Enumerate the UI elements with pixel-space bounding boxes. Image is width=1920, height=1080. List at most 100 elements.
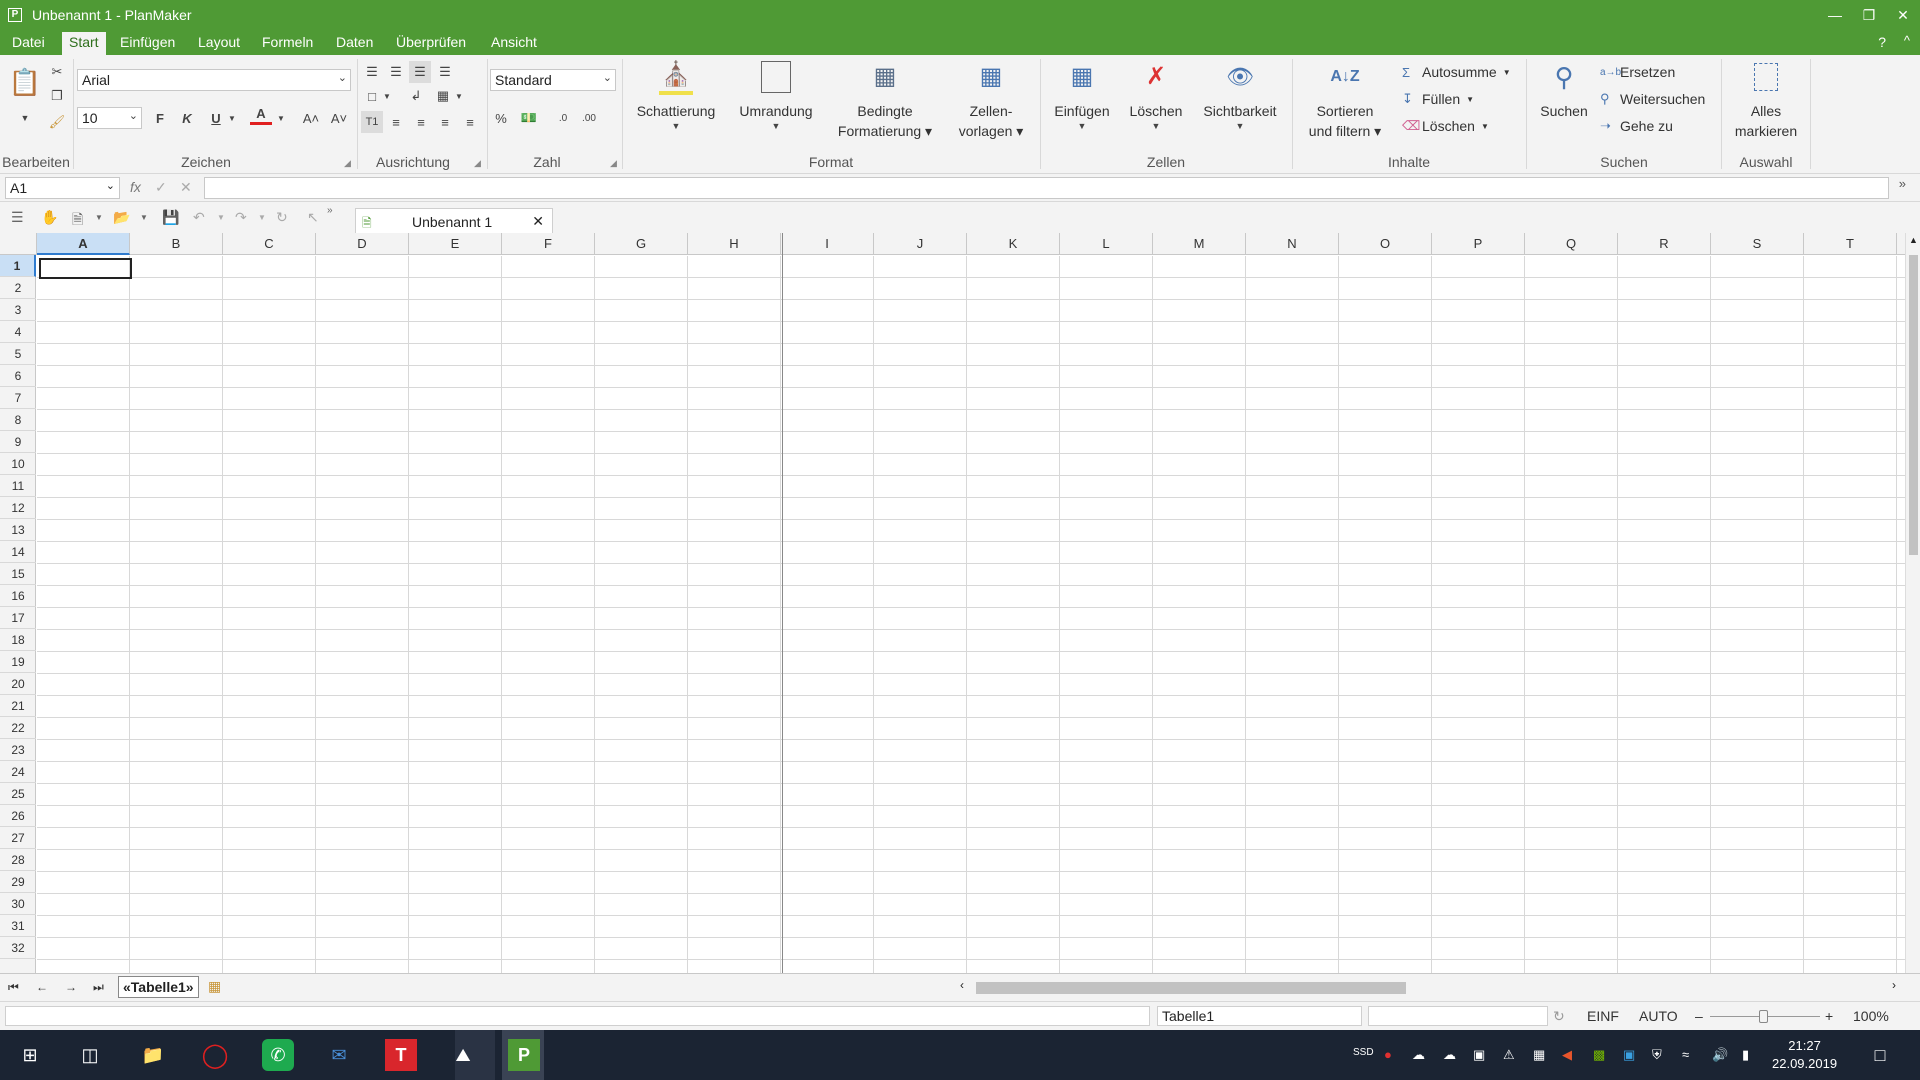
row-header-24[interactable]: 24: [0, 761, 36, 783]
visibility-dropdown-icon[interactable]: ▼: [1196, 121, 1284, 131]
cell-reference-box[interactable]: A1 ⌄: [5, 177, 120, 199]
toolbar-overflow-icon[interactable]: »: [327, 205, 333, 216]
column-header-k[interactable]: K: [967, 233, 1060, 255]
active-cell-cursor[interactable]: [39, 258, 132, 279]
opera-browser-icon[interactable]: ◯: [199, 1039, 231, 1071]
column-header-s[interactable]: S: [1711, 233, 1804, 255]
row-header-2[interactable]: 2: [0, 277, 36, 299]
column-header-h[interactable]: H: [688, 233, 781, 255]
expand-formula-icon[interactable]: »: [1899, 176, 1906, 191]
cut-icon[interactable]: ✂: [46, 61, 68, 83]
delete-cells-button[interactable]: ✗ Löschen ▼: [1122, 59, 1190, 132]
font-name-combo[interactable]: Arial ⌄: [77, 69, 351, 91]
row-header-5[interactable]: 5: [0, 343, 36, 365]
row-header-23[interactable]: 23: [0, 739, 36, 761]
chevron-down-icon[interactable]: ⌄: [129, 109, 138, 122]
ssd-tray-icon[interactable]: SSD: [1353, 1047, 1374, 1058]
goto-button[interactable]: ➝ Gehe zu: [1600, 118, 1673, 134]
row-header-27[interactable]: 27: [0, 827, 36, 849]
row-header-9[interactable]: 9: [0, 431, 36, 453]
usb-tray-icon[interactable]: ▣: [1473, 1047, 1485, 1063]
sheet-tab-tabelle1[interactable]: «Tabelle1»: [118, 976, 199, 998]
insert-cells-dropdown-icon[interactable]: ▼: [1046, 121, 1118, 131]
spreadsheet-grid[interactable]: ABCDEFGHIJKLMNOPQRST 1 2 3 4 5 6 7 8 9 10 11 12 13 14…: [0, 233, 1920, 973]
fill-dropdown-icon[interactable]: ▼: [1466, 95, 1474, 104]
row-header-15[interactable]: 15: [0, 563, 36, 585]
menu-start[interactable]: Start: [62, 32, 106, 55]
row-header-28[interactable]: 28: [0, 849, 36, 871]
recording-tray-icon[interactable]: ●: [1384, 1047, 1392, 1062]
fill-button[interactable]: ↧ Füllen ▼: [1402, 91, 1474, 107]
zoom-in-button[interactable]: +: [1825, 1008, 1833, 1024]
save-icon[interactable]: 💾: [162, 209, 179, 226]
vertical-scroll-thumb[interactable]: [1909, 255, 1918, 555]
wifi-icon[interactable]: ≈: [1682, 1047, 1689, 1062]
column-header-e[interactable]: E: [409, 233, 502, 255]
column-header-m[interactable]: M: [1153, 233, 1246, 255]
column-header-o[interactable]: O: [1339, 233, 1432, 255]
column-header-d[interactable]: D: [316, 233, 409, 255]
horizontal-scrollbar[interactable]: ‹ ›: [958, 978, 1898, 994]
undo-icon[interactable]: ↶: [193, 209, 205, 226]
hamburger-menu-icon[interactable]: ☰: [11, 209, 24, 226]
paste-icon[interactable]: 📋: [8, 65, 42, 99]
menu-ueberpruefen[interactable]: Überprüfen: [396, 34, 466, 50]
decrease-decimals-icon[interactable]: .00: [578, 107, 600, 129]
column-header-b[interactable]: B: [130, 233, 223, 255]
zoom-out-button[interactable]: –: [1695, 1008, 1703, 1024]
clear-dropdown-icon[interactable]: ▼: [1481, 122, 1489, 131]
minimize-button[interactable]: —: [1818, 0, 1852, 30]
borders-dropdown-icon[interactable]: ▼: [380, 85, 394, 107]
media-tray-icon[interactable]: ◀: [1562, 1047, 1572, 1063]
shading-dropdown-icon[interactable]: ▼: [628, 121, 724, 131]
delete-cells-dropdown-icon[interactable]: ▼: [1122, 121, 1190, 131]
repeat-icon[interactable]: ↻: [276, 209, 288, 226]
copy-icon[interactable]: ❐: [46, 85, 68, 107]
merge-dropdown-icon[interactable]: ▼: [452, 85, 466, 107]
select-all-button[interactable]: Alles markieren: [1724, 59, 1808, 141]
cloud-upload-icon[interactable]: ☁: [1443, 1047, 1456, 1063]
thunderbird-mail-icon[interactable]: ✉: [323, 1039, 355, 1071]
align-top-icon[interactable]: ☰: [361, 61, 383, 83]
planmaker-taskbar-icon[interactable]: P: [508, 1039, 540, 1071]
textmaker-icon[interactable]: T: [385, 1039, 417, 1071]
new-document-icon[interactable]: 🗎: [72, 209, 83, 233]
menu-einfuegen[interactable]: Einfügen: [120, 34, 175, 50]
open-dropdown-icon[interactable]: ▼: [140, 213, 148, 222]
open-folder-icon[interactable]: 📂: [113, 209, 130, 226]
row-header-7[interactable]: 7: [0, 387, 36, 409]
formula-input[interactable]: [204, 177, 1889, 199]
align-justify-vertical-icon[interactable]: ☰: [434, 61, 456, 83]
security-tray-icon[interactable]: ⚠: [1503, 1047, 1515, 1063]
visibility-button[interactable]: 👁 Sichtbarkeit ▼: [1196, 59, 1284, 132]
dialog-launcher-icon[interactable]: ◢: [344, 158, 351, 169]
column-header-g[interactable]: G: [595, 233, 688, 255]
row-header-20[interactable]: 20: [0, 673, 36, 695]
photo-app-icon[interactable]: ⛰: [447, 1039, 479, 1071]
cell-area[interactable]: [37, 256, 1905, 973]
zoom-level[interactable]: 100%: [1853, 1008, 1889, 1024]
menu-daten[interactable]: Daten: [336, 34, 373, 50]
function-wizard-icon[interactable]: fx: [130, 179, 141, 195]
row-header-3[interactable]: 3: [0, 299, 36, 321]
network-tool-tray-icon[interactable]: ▣: [1623, 1047, 1635, 1063]
row-header-32[interactable]: 32: [0, 937, 36, 959]
column-header-i[interactable]: I: [781, 233, 874, 255]
clear-button[interactable]: ⌫ Löschen ▼: [1402, 118, 1489, 134]
battery-icon[interactable]: ▮: [1742, 1047, 1749, 1063]
whatsapp-icon[interactable]: ✆: [262, 1039, 294, 1071]
row-header-26[interactable]: 26: [0, 805, 36, 827]
number-format-combo[interactable]: Standard ⌄: [490, 69, 616, 91]
currency-icon[interactable]: 💵: [518, 107, 540, 129]
column-header-a[interactable]: A: [37, 233, 130, 255]
align-middle-icon[interactable]: ☰: [385, 61, 407, 83]
row-header-31[interactable]: 31: [0, 915, 36, 937]
undo-dropdown-icon[interactable]: ▼: [217, 213, 225, 222]
dialog-launcher-icon[interactable]: ◢: [474, 158, 481, 169]
column-header-p[interactable]: P: [1432, 233, 1525, 255]
text-direction-icon[interactable]: T1: [361, 111, 383, 133]
defender-shield-icon[interactable]: ⛨: [1652, 1047, 1662, 1063]
document-tab[interactable]: 🗎 Unbenannt 1 ✕: [355, 208, 553, 234]
taskbar-clock[interactable]: 21:27 22.09.2019: [1772, 1037, 1837, 1073]
select-all-corner[interactable]: [0, 233, 37, 255]
